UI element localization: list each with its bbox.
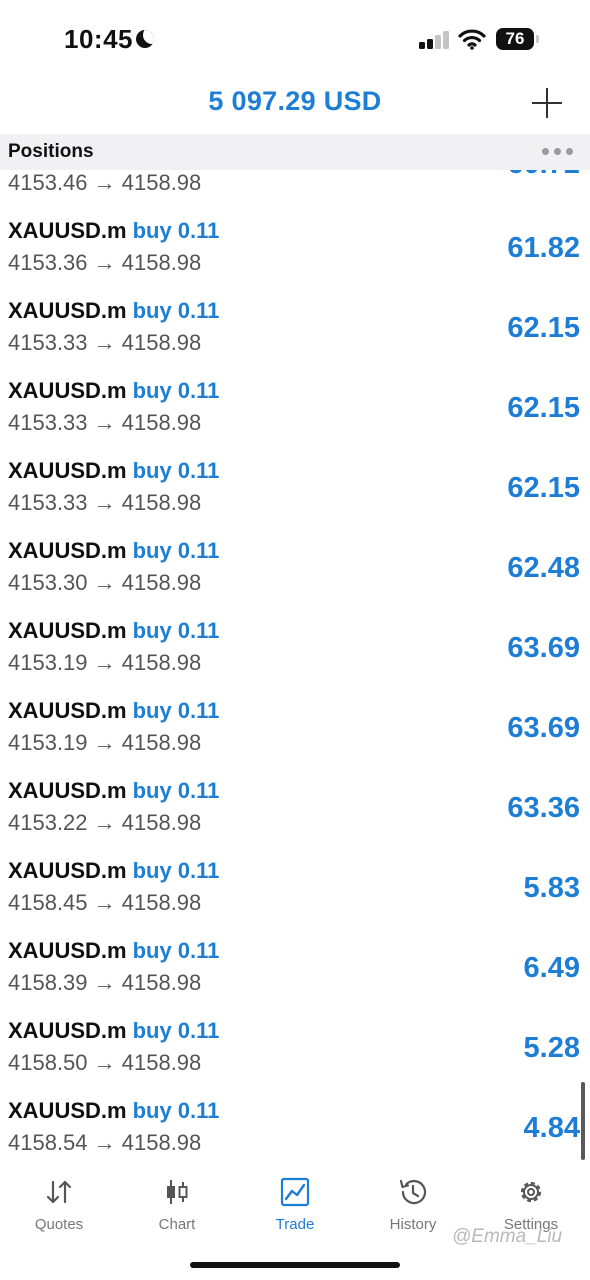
account-balance: 5 097.29 USD (208, 86, 382, 116)
position-prices: 4153.33 → 4158.98 (8, 410, 202, 435)
position-direction: buy 0.11 (132, 1018, 220, 1043)
position-symbol: XAUUSD.m (8, 298, 127, 323)
position-symbol: XAUUSD.m (8, 778, 127, 803)
account-header: 5 097.29 USD (0, 80, 590, 134)
position-prices: 4153.19 → 4158.98 (8, 650, 202, 675)
position-symbol: XAUUSD.m (8, 858, 127, 883)
position-profit: 6.49 (523, 952, 580, 984)
position-direction: buy 0.11 (132, 618, 220, 643)
position-prices: 4158.54 → 4158.98 (8, 1130, 202, 1155)
position-prices: 4153.33 → 4158.98 (8, 490, 202, 515)
moon-icon (136, 30, 154, 48)
position-symbol: XAUUSD.m (8, 218, 127, 243)
position-direction: buy 0.11 (132, 1098, 220, 1123)
position-profit: 5.28 (523, 1032, 580, 1064)
position-profit: 61.82 (507, 232, 580, 264)
position-symbol: XAUUSD.m (8, 618, 127, 643)
position-row[interactable]: XAUUSD.m buy 0.11 4153.33 → 4158.98 62.15 (0, 370, 590, 450)
position-symbol: XAUUSD.m (8, 378, 127, 403)
position-row[interactable]: XAUUSD.m buy 0.11 4153.33 → 4158.98 62.15 (0, 450, 590, 530)
home-indicator[interactable] (190, 1262, 400, 1268)
more-options-icon[interactable] (542, 148, 574, 156)
position-profit: 63.36 (507, 792, 580, 824)
position-prices: 4158.50 → 4158.98 (8, 1050, 202, 1075)
wifi-icon (458, 29, 486, 50)
position-row[interactable]: XAUUSD.m buy 0.11 4158.39 → 4158.98 6.49 (0, 930, 590, 1010)
position-symbol: XAUUSD.m (8, 698, 127, 723)
tab-quotes[interactable]: Quotes (0, 1176, 118, 1246)
position-row[interactable]: 4153.46 → 4158.98 60.72 (0, 170, 590, 210)
position-prices: 4158.39 → 4158.98 (8, 970, 202, 995)
tab-chart[interactable]: Chart (118, 1176, 236, 1246)
position-profit: 62.15 (507, 472, 580, 504)
watermark: @Emma_Liu (452, 1226, 563, 1247)
quotes-arrows-icon (46, 1180, 72, 1204)
candlestick-chart-icon (167, 1180, 188, 1204)
position-direction: buy 0.11 (132, 458, 220, 483)
position-row[interactable]: XAUUSD.m buy 0.11 4153.19 → 4158.98 63.69 (0, 690, 590, 770)
position-direction: buy 0.11 (132, 218, 220, 243)
position-prices: 4153.36 → 4158.98 (8, 250, 202, 275)
position-profit: 62.15 (507, 392, 580, 424)
position-symbol: XAUUSD.m (8, 1098, 127, 1123)
positions-title: Positions (8, 141, 94, 162)
position-direction: buy 0.11 (132, 698, 220, 723)
position-profit: 62.15 (507, 312, 580, 344)
position-profit: 4.84 (523, 1112, 580, 1144)
status-bar: 10:45 76 (0, 0, 590, 80)
position-row[interactable]: XAUUSD.m buy 0.11 4158.45 → 4158.98 5.83 (0, 850, 590, 930)
position-symbol: XAUUSD.m (8, 458, 127, 483)
position-row[interactable]: XAUUSD.m buy 0.11 4158.50 → 4158.98 5.28 (0, 1010, 590, 1090)
scrollbar-thumb[interactable] (581, 1082, 585, 1160)
positions-section-header: Positions (0, 134, 590, 170)
position-row[interactable]: XAUUSD.m buy 0.11 4153.36 → 4158.98 61.82 (0, 210, 590, 290)
cellular-signal-icon (419, 31, 449, 49)
position-direction: buy 0.11 (132, 298, 220, 323)
position-symbol: XAUUSD.m (8, 1018, 127, 1043)
position-prices: 4153.33 → 4158.98 (8, 330, 202, 355)
history-clock-icon (399, 1179, 427, 1205)
position-symbol: XAUUSD.m (8, 938, 127, 963)
position-profit: 62.48 (507, 552, 580, 584)
battery-indicator: 76 (496, 28, 539, 50)
gear-icon (520, 1181, 542, 1203)
position-prices: 4158.45 → 4158.98 (8, 890, 202, 915)
position-prices: 4153.30 → 4158.98 (8, 570, 202, 595)
position-direction: buy 0.11 (132, 538, 220, 563)
tab-label: Trade (275, 1216, 315, 1233)
position-profit: 63.69 (507, 712, 580, 744)
tab-trade[interactable]: Trade (236, 1176, 354, 1246)
position-prices: 4153.19 → 4158.98 (8, 730, 202, 755)
position-direction: buy 0.11 (132, 778, 220, 803)
position-profit: 5.83 (523, 872, 580, 904)
position-row[interactable]: XAUUSD.m buy 0.11 4153.33 → 4158.98 62.15 (0, 290, 590, 370)
position-row[interactable]: XAUUSD.m buy 0.11 4153.22 → 4158.98 63.36 (0, 770, 590, 850)
position-prices: 4153.22 → 4158.98 (8, 810, 202, 835)
position-profit: 60.72 (507, 170, 580, 181)
new-order-plus-icon[interactable] (530, 86, 564, 120)
tab-label: Quotes (34, 1216, 84, 1233)
position-direction: buy 0.11 (132, 378, 220, 403)
status-time: 10:45 (64, 24, 133, 54)
position-profit: 63.69 (507, 632, 580, 664)
position-row[interactable]: XAUUSD.m buy 0.11 4158.54 → 4158.98 4.84 (0, 1090, 590, 1164)
positions-list[interactable]: 4153.46 → 4158.98 60.72 XAUUSD.mbuy 0.11… (0, 170, 590, 1164)
trade-line-chart-icon (280, 1177, 310, 1207)
position-direction: buy 0.11 (132, 938, 220, 963)
position-prices: 4153.46 → 4158.98 (8, 170, 202, 195)
position-row[interactable]: XAUUSD.m buy 0.11 4153.19 → 4158.98 63.69 (0, 610, 590, 690)
position-direction: buy 0.11 (132, 858, 220, 883)
position-row[interactable]: XAUUSD.m buy 0.11 4153.30 → 4158.98 62.48 (0, 530, 590, 610)
tab-label: Chart (158, 1216, 196, 1233)
position-symbol: XAUUSD.m (8, 538, 127, 563)
